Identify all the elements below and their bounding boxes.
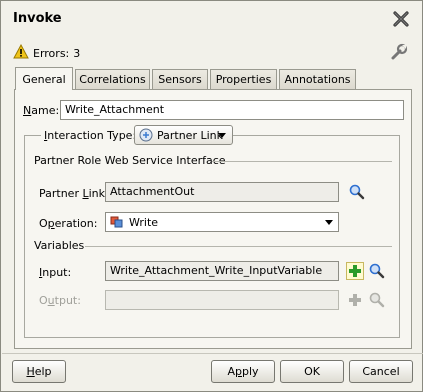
- search-icon: [369, 263, 385, 279]
- interaction-type-value: Partner Link: [157, 128, 223, 142]
- plus-icon: [346, 262, 364, 280]
- partner-role-separator: [212, 161, 392, 162]
- operation-label: Operation:: [39, 217, 98, 230]
- partner-link-field: AttachmentOut: [105, 182, 339, 202]
- partner-link-label: Partner Link:: [39, 187, 109, 200]
- dialog-title: Invoke: [13, 11, 62, 26]
- errors-indicator[interactable]: Errors: 3: [13, 43, 81, 62]
- browse-input-variable-button[interactable]: [368, 262, 386, 280]
- errors-label: Errors:: [33, 46, 70, 60]
- add-output-variable-button: [346, 291, 364, 309]
- operation-icon: [110, 216, 124, 228]
- wrench-icon[interactable]: [390, 43, 408, 64]
- interaction-type-label: Interaction Type:: [41, 129, 140, 142]
- browse-output-variable-button: [368, 291, 386, 309]
- errors-count: 3: [73, 46, 81, 60]
- search-icon: [369, 292, 385, 308]
- chevron-down-icon: [218, 133, 226, 138]
- tab-annotations[interactable]: Annotations: [279, 69, 356, 89]
- tab-annotations-label: Annotations: [284, 73, 351, 86]
- tab-correlations-label: Correlations: [79, 73, 146, 86]
- output-label: Output:: [39, 294, 81, 307]
- input-variable-field: Write_Attachment_Write_InputVariable: [105, 261, 339, 281]
- browse-partner-link-button[interactable]: [348, 183, 366, 201]
- plus-icon: [349, 294, 361, 306]
- chevron-down-icon: [325, 220, 333, 225]
- name-field[interactable]: Write_Attachment: [60, 100, 404, 120]
- ok-button[interactable]: OK: [280, 360, 344, 383]
- invoke-dialog: Invoke Errors: 3 General Correlations Se…: [0, 0, 423, 392]
- tab-general[interactable]: General: [15, 67, 73, 90]
- partner-link-icon: [139, 128, 153, 142]
- variables-section-label: Variables: [34, 239, 85, 252]
- cancel-button[interactable]: Cancel: [349, 360, 413, 383]
- help-button[interactable]: Help: [12, 360, 66, 383]
- tab-sensors[interactable]: Sensors: [152, 69, 208, 89]
- close-icon[interactable]: [392, 10, 410, 28]
- tab-sensors-label: Sensors: [158, 73, 202, 86]
- search-icon: [349, 184, 365, 200]
- operation-value: Write: [129, 215, 159, 229]
- partner-role-section-label: Partner Role Web Service Interface: [34, 154, 226, 167]
- variables-separator: [85, 246, 392, 247]
- interaction-type-dropdown[interactable]: Partner Link: [134, 125, 233, 145]
- warning-icon: [13, 43, 33, 62]
- footer-divider: [2, 353, 423, 354]
- operation-dropdown[interactable]: Write: [105, 212, 339, 232]
- apply-button[interactable]: Ap ply: [211, 360, 275, 383]
- tab-correlations[interactable]: Correlations: [75, 69, 150, 89]
- tab-general-label: General: [22, 72, 66, 86]
- tab-properties-label: Properties: [215, 73, 272, 86]
- input-label: Input:: [39, 266, 72, 279]
- name-label: Name:: [23, 104, 60, 117]
- add-input-variable-button[interactable]: [346, 262, 364, 280]
- tab-properties[interactable]: Properties: [210, 69, 277, 89]
- output-variable-field: [105, 290, 339, 310]
